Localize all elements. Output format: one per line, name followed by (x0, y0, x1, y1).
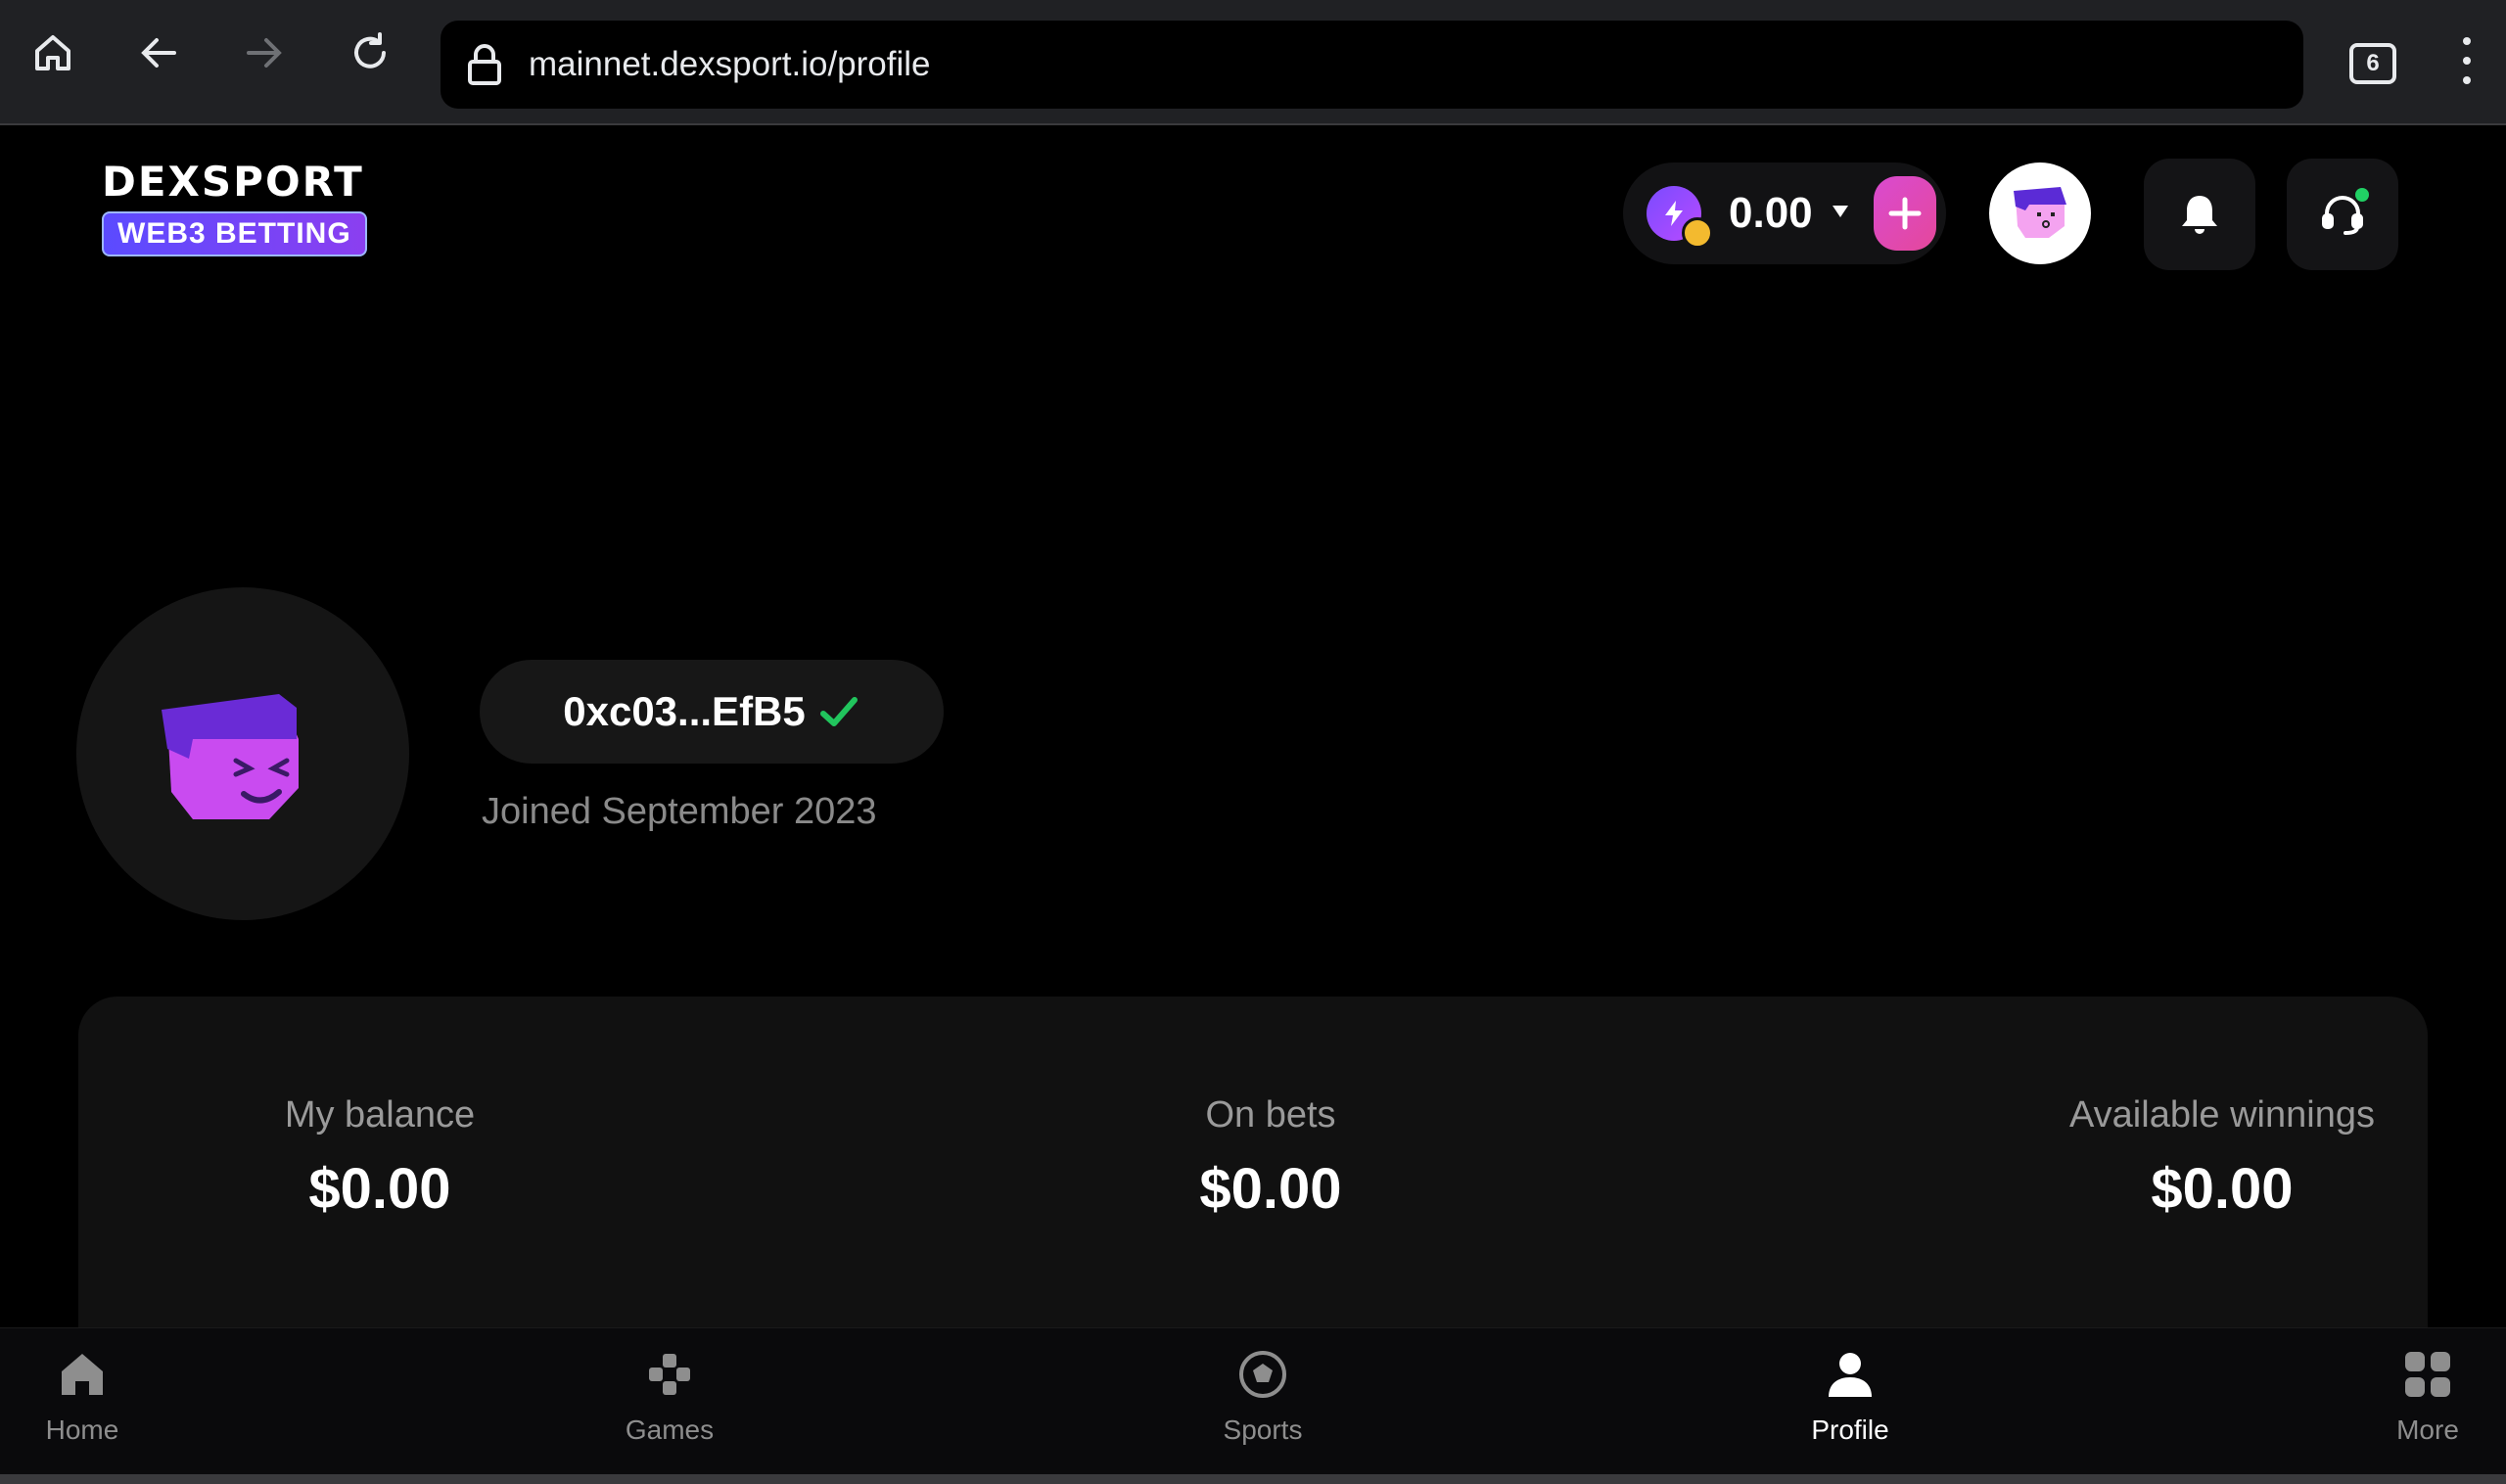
wallet-amount: 0.00 (1729, 189, 1813, 237)
my-balance-label: My balance (284, 1094, 476, 1136)
user-icon (1829, 1353, 1872, 1397)
logo-title: DEXSPORT (102, 158, 364, 206)
reload-icon[interactable] (345, 27, 395, 78)
home-icon (62, 1354, 103, 1395)
nav-item-home[interactable]: Home (0, 1348, 180, 1446)
url-text[interactable]: mainnet.dexsport.io/profile (529, 21, 931, 109)
nav-label-profile: Profile (1811, 1414, 1889, 1445)
back-icon[interactable] (133, 27, 184, 78)
bnb-coin-icon (1682, 217, 1713, 249)
deposit-button[interactable] (1874, 176, 1936, 251)
winnings-label: Available winnings (2069, 1094, 2375, 1136)
grid-icon (2405, 1352, 2450, 1397)
address-bar[interactable]: mainnet.dexsport.io/profile (441, 21, 2303, 109)
online-status-dot (2355, 188, 2369, 202)
nav-label-more: More (2396, 1414, 2459, 1445)
support-button[interactable] (2287, 159, 2398, 270)
wallet-balance-pill[interactable]: 0.00 (1623, 162, 1946, 264)
profile-avatar[interactable] (76, 587, 409, 920)
system-bar (0, 1474, 2506, 1484)
winnings-stat: Available winnings $0.00 (1977, 1094, 2467, 1222)
lock-icon (468, 44, 501, 85)
nav-label-sports: Sports (1223, 1414, 1303, 1445)
winnings-value: $0.00 (2151, 1157, 2294, 1221)
browser-toolbar: mainnet.dexsport.io/profile 6 (0, 0, 2506, 125)
nav-label-games: Games (625, 1414, 715, 1445)
on-bets-stat: On bets $0.00 (1026, 1094, 1515, 1222)
chevron-down-icon[interactable] (1833, 206, 1848, 217)
balance-card: My balance $0.00 On bets $0.00 Available… (78, 997, 2428, 1349)
bell-icon (2182, 196, 2217, 234)
gamepad-icon (649, 1354, 690, 1395)
soccer-ball-icon (1239, 1351, 1286, 1398)
nav-item-profile[interactable]: Profile (1752, 1348, 1948, 1446)
wallet-address-pill[interactable]: 0xc03...EfB5 (480, 660, 944, 764)
plus-icon (1888, 197, 1922, 230)
joined-date: Joined September 2023 (482, 791, 877, 832)
wallet-address: 0xc03...EfB5 (563, 688, 806, 734)
on-bets-value: $0.00 (1199, 1157, 1342, 1221)
on-bets-label: On bets (1205, 1094, 1336, 1136)
bottom-navigation: Home Games Sports Profile More (0, 1327, 2506, 1474)
menu-icon[interactable] (2455, 37, 2479, 92)
avatar[interactable] (1989, 162, 2091, 264)
my-balance-stat: My balance $0.00 (135, 1094, 625, 1222)
forward-icon[interactable] (239, 27, 290, 78)
logo[interactable]: DEXSPORT WEB3 BETTING (102, 159, 380, 262)
tabs-icon[interactable]: 6 (2349, 43, 2396, 84)
nav-item-games[interactable]: Games (572, 1348, 767, 1446)
logo-badge: WEB3 BETTING (102, 211, 367, 256)
nav-item-more[interactable]: More (2330, 1348, 2506, 1446)
notifications-button[interactable] (2144, 159, 2255, 270)
home-icon[interactable] (27, 27, 78, 78)
nav-label-home: Home (45, 1414, 119, 1445)
nav-item-sports[interactable]: Sports (1165, 1348, 1361, 1446)
verified-check-icon (817, 690, 860, 733)
my-balance-value: $0.00 (308, 1157, 451, 1221)
